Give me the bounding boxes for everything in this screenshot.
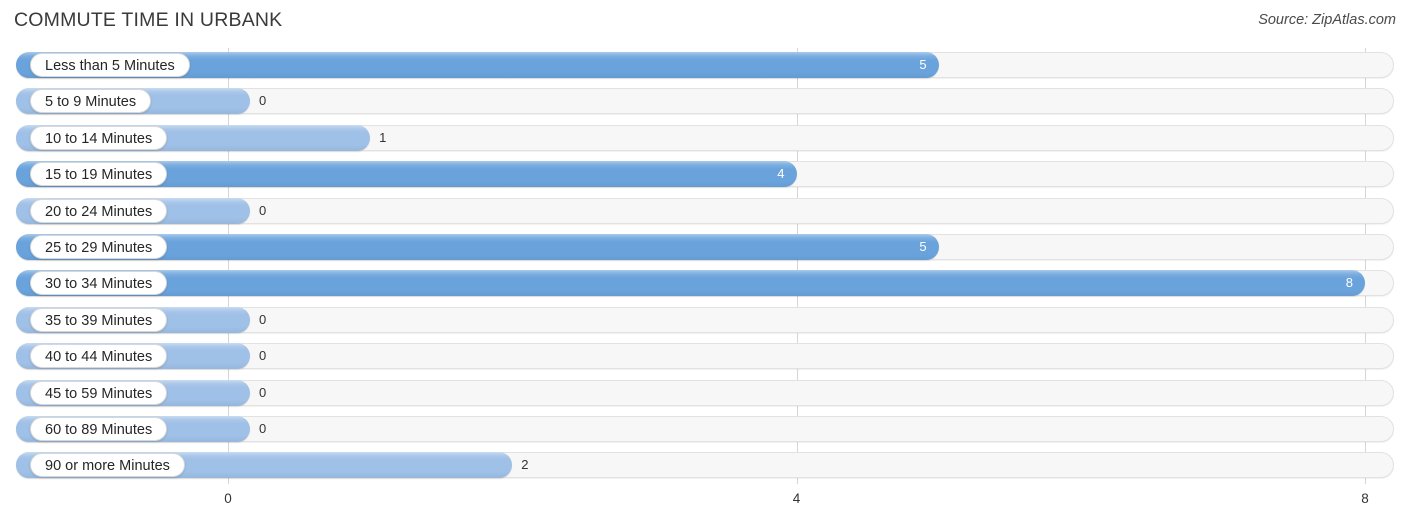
category-label: 45 to 59 Minutes xyxy=(30,380,168,405)
bar-value-label: 0 xyxy=(259,202,267,218)
bar-row[interactable]: 0 40 to 44 Minutes xyxy=(16,343,1394,370)
category-label: 20 to 24 Minutes xyxy=(30,198,168,223)
bar-value-label: 8 xyxy=(1345,275,1353,291)
category-label: 25 to 29 Minutes xyxy=(30,235,168,259)
bar-row[interactable]: 2 90 or more Minutes xyxy=(16,452,1394,479)
category-label: 35 to 39 Minutes xyxy=(30,307,168,332)
bar-value-label: 0 xyxy=(259,348,267,364)
bar-value-label: 1 xyxy=(379,129,387,145)
category-label: 60 to 89 Minutes xyxy=(30,417,168,441)
bar-value-label: 0 xyxy=(259,421,267,436)
bar-value-label: 4 xyxy=(777,166,785,182)
bar-row[interactable]: 5 Less than 5 Minutes xyxy=(16,52,1394,78)
x-tick-label: 0 xyxy=(224,491,232,506)
bar-value-label: 0 xyxy=(259,93,267,109)
bar-row[interactable]: 1 10 to 14 Minutes xyxy=(16,124,1394,151)
page-title: COMMUTE TIME IN URBANK xyxy=(14,9,283,31)
bar-rows: 5 Less than 5 Minutes 0 5 to 9 Minutes 1 10 t… xyxy=(0,46,1406,486)
category-label: 90 or more Minutes xyxy=(30,453,185,478)
bar-fill xyxy=(16,270,1365,297)
category-label: 10 to 14 Minutes xyxy=(30,125,168,150)
category-label: 40 to 44 Minutes xyxy=(30,344,168,369)
bar-row[interactable]: 8 30 to 34 Minutes xyxy=(16,270,1394,297)
bar-row[interactable]: 0 60 to 89 Minutes xyxy=(16,416,1394,442)
bar-value-label: 5 xyxy=(919,239,927,254)
chart-plot-area: 5 Less than 5 Minutes 0 5 to 9 Minutes 1 10 t… xyxy=(0,46,1406,486)
bar-row[interactable]: 4 15 to 19 Minutes xyxy=(16,161,1394,188)
bar-value-label: 0 xyxy=(259,311,267,327)
x-tick-label: 8 xyxy=(1361,491,1369,506)
bar-value-label: 0 xyxy=(259,384,267,400)
bar-row[interactable]: 5 25 to 29 Minutes xyxy=(16,234,1394,260)
bar-row[interactable]: 0 45 to 59 Minutes xyxy=(16,379,1394,406)
bar-value-label: 5 xyxy=(919,57,927,72)
bar-row[interactable]: 0 20 to 24 Minutes xyxy=(16,197,1394,224)
bar-row[interactable]: 0 35 to 39 Minutes xyxy=(16,306,1394,333)
category-label: 5 to 9 Minutes xyxy=(30,89,152,114)
category-label: 30 to 34 Minutes xyxy=(30,271,168,296)
bar-value-label: 2 xyxy=(521,457,529,473)
x-tick-label: 4 xyxy=(792,491,801,506)
category-label: Less than 5 Minutes xyxy=(30,53,190,77)
source-attribution: Source: ZipAtlas.com xyxy=(1258,12,1396,28)
x-axis: 0 4 8 xyxy=(0,486,1406,523)
bar-row[interactable]: 0 5 to 9 Minutes xyxy=(16,88,1394,115)
chart-header: COMMUTE TIME IN URBANK Source: ZipAtlas.… xyxy=(0,0,1406,46)
category-label: 15 to 19 Minutes xyxy=(30,162,168,187)
